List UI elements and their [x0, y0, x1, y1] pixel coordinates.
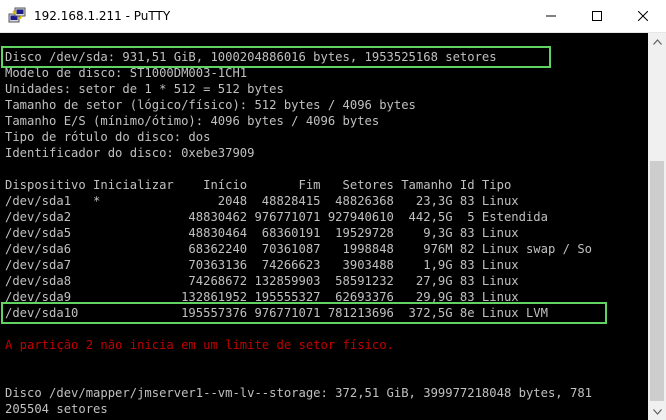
partition-row: /dev/sda10 195557376 976771071 781213696…: [5, 306, 548, 320]
terminal-line: 205504 setores: [5, 402, 108, 416]
terminal-line: Tipo de rótulo do disco: dos: [5, 130, 211, 144]
partition-row: /dev/sda7 70363136 74266623 3903488 1,9G…: [5, 258, 519, 272]
terminal-line: Tamanho E/S (mínimo/ótimo): 4096 bytes /…: [5, 114, 380, 128]
terminal-line: Disco /dev/sda: 931,51 GiB, 100020488601…: [5, 50, 497, 64]
maximize-button[interactable]: [574, 0, 620, 32]
minimize-button[interactable]: [528, 0, 574, 32]
minimize-icon: [546, 15, 556, 17]
scroll-up-icon: [652, 38, 662, 45]
terminal-line: Identificador do disco: 0xebe37909: [5, 146, 255, 160]
partition-table-header: Dispositivo Inicializar Início Fim Setor…: [5, 178, 512, 192]
partition-row: /dev/sda5 48830464 68360191 19529728 9,3…: [5, 226, 519, 240]
terminal-line: Modelo de disco: ST1000DM003-1CH1: [5, 66, 248, 80]
terminal-line: Disco /dev/mapper/jmserver1--vm-lv--stor…: [5, 386, 592, 400]
vertical-scrollbar[interactable]: [648, 33, 666, 420]
terminal-output[interactable]: Disco /dev/sda: 931,51 GiB, 100020488601…: [0, 33, 648, 420]
partition-row: /dev/sda6 68362240 70361087 1998848 976M…: [5, 242, 592, 256]
terminal-line: Unidades: setor de 1 * 512 = 512 bytes: [5, 82, 284, 96]
partition-row: /dev/sda2 48830462 976771071 927940610 4…: [5, 210, 548, 224]
close-icon: [638, 11, 648, 21]
warning-message: A partição 2 não inicia em um limite de …: [5, 338, 394, 352]
close-button[interactable]: [620, 0, 666, 32]
partition-row: /dev/sda9 132861952 195555327 62693376 2…: [5, 290, 519, 304]
scrollbar-thumb[interactable]: [650, 161, 664, 401]
title-bar[interactable]: 192.168.1.211 - PuTTY: [0, 0, 666, 33]
terminal-line: Tamanho de setor (lógico/físico): 512 by…: [5, 98, 416, 112]
partition-row: /dev/sda1 * 2048 48828415 48826368 23,3G…: [5, 194, 519, 208]
partition-row: /dev/sda8 74268672 132859903 58591232 27…: [5, 274, 519, 288]
scroll-up-button[interactable]: [648, 33, 666, 50]
window-title: 192.168.1.211 - PuTTY: [34, 9, 171, 23]
maximize-icon: [592, 11, 602, 21]
scroll-down-button[interactable]: [648, 403, 666, 420]
putty-icon[interactable]: [8, 7, 26, 25]
scroll-down-icon: [652, 408, 662, 415]
